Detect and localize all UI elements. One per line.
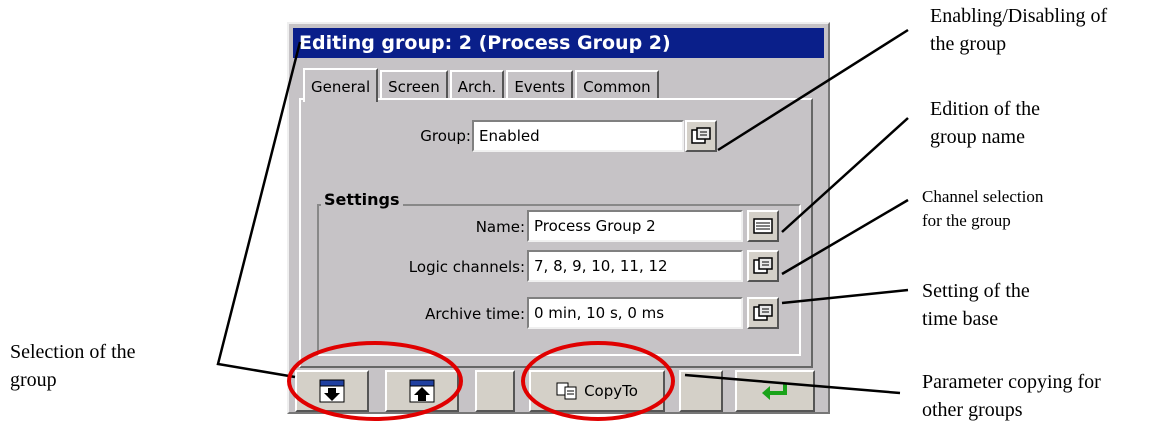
annotation-edition-line2: group name: [930, 126, 1025, 148]
list-select-icon: [753, 304, 773, 321]
annotation-edition: Edition of the group name: [930, 95, 1040, 151]
name-keyboard-button[interactable]: [747, 210, 779, 242]
group-status-field[interactable]: Enabled: [472, 120, 684, 152]
tab-bar: General Screen Arch. Events Common: [303, 66, 661, 102]
accept-button[interactable]: [735, 370, 815, 412]
arrow-down-icon: [319, 379, 345, 403]
blank-toolbar-slot: [475, 370, 515, 412]
annotation-enable-line1: Enabling/Disabling of: [930, 5, 1108, 27]
keyboard-icon: [753, 218, 773, 234]
next-group-button[interactable]: [295, 370, 369, 412]
archive-time-field[interactable]: 0 min, 10 s, 0 ms: [527, 297, 743, 329]
annotation-selection-line2: group: [10, 369, 57, 391]
annotation-channel-line2: for the group: [922, 211, 1011, 230]
archive-time-select-button[interactable]: [747, 297, 779, 329]
tab-events[interactable]: Events: [506, 70, 574, 100]
annotation-selection-line1: Selection of the: [10, 341, 136, 363]
annotation-copy-line1: Parameter copying for: [922, 371, 1101, 393]
group-select-button[interactable]: [685, 120, 717, 152]
annotation-enable: Enabling/Disabling of the group: [930, 2, 1107, 58]
annotation-timebase-line1: Setting of the: [922, 280, 1030, 302]
previous-group-button[interactable]: [385, 370, 459, 412]
annotation-channel-line1: Channel selection: [922, 187, 1044, 206]
blank-toolbar-slot-2: [679, 370, 723, 412]
copy-to-button[interactable]: CopyTo: [529, 370, 665, 412]
tab-common[interactable]: Common: [575, 70, 659, 100]
tab-general[interactable]: General: [303, 68, 379, 102]
annotation-copy: Parameter copying for other groups: [922, 368, 1101, 424]
archive-time-label: Archive time:: [425, 305, 525, 323]
name-field[interactable]: Process Group 2: [527, 210, 743, 242]
tab-arch[interactable]: Arch.: [449, 70, 505, 100]
list-select-icon: [691, 127, 711, 144]
copy-icon: [556, 382, 577, 400]
logic-channels-select-button[interactable]: [747, 250, 779, 282]
annotation-channel: Channel selection for the group: [922, 185, 1043, 233]
settings-title: Settings: [321, 190, 403, 209]
annotation-enable-line2: the group: [930, 33, 1007, 55]
annotation-selection: Selection of the group: [10, 338, 136, 394]
edit-group-window: Editing group: 2 (Process Group 2) Gener…: [287, 22, 830, 414]
annotation-copy-line2: other groups: [922, 399, 1023, 421]
annotation-edition-line1: Edition of the: [930, 98, 1040, 120]
copy-to-label: CopyTo: [584, 382, 638, 400]
logic-channels-field[interactable]: 7, 8, 9, 10, 11, 12: [527, 250, 743, 282]
annotation-timebase-line2: time base: [922, 308, 999, 330]
arrow-up-icon: [409, 379, 435, 403]
logic-channels-label: Logic channels:: [408, 258, 525, 276]
list-select-icon: [753, 257, 773, 274]
annotation-timebase: Setting of the time base: [922, 277, 1030, 333]
name-label: Name:: [475, 218, 525, 236]
tab-screen[interactable]: Screen: [380, 70, 448, 100]
window-title: Editing group: 2 (Process Group 2): [293, 28, 824, 58]
group-label: Group:: [420, 127, 471, 145]
enter-arrow-icon: [762, 384, 787, 400]
